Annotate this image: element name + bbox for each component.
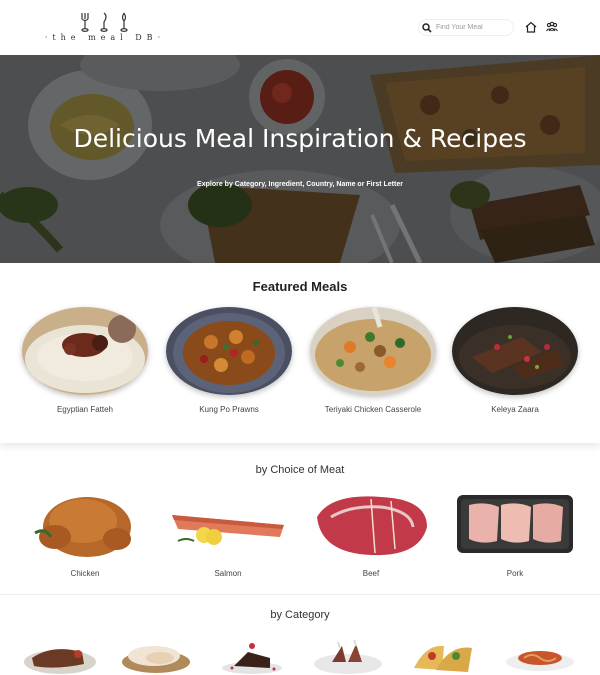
meat-name[interactable]: Chicken xyxy=(25,569,145,578)
meat-name[interactable]: Pork xyxy=(455,569,575,578)
site-logo[interactable]: ·the meal DB· xyxy=(30,12,180,44)
search-icon[interactable] xyxy=(421,22,433,34)
site-header: ·the meal DB· xyxy=(0,0,600,55)
category-chicken-image[interactable] xyxy=(118,638,194,675)
chicken-image[interactable] xyxy=(25,487,145,561)
meal-name[interactable]: Teriyaki Chicken Casserole xyxy=(310,404,436,415)
salmon-image[interactable] xyxy=(168,487,288,561)
pork-image[interactable] xyxy=(455,487,575,561)
featured-meals-title: Featured Meals xyxy=(252,279,348,294)
hero-title: Delicious Meal Inspiration & Recipes xyxy=(73,124,527,153)
home-icon[interactable] xyxy=(524,20,538,34)
featured-meals-section: Featured Meals Egyptian Fatteh Kung Po P… xyxy=(0,263,600,443)
meal-name[interactable]: Keleya Zaara xyxy=(452,404,578,415)
logo-wordmark: ·the meal DB· xyxy=(44,33,166,42)
category-lamb-image[interactable] xyxy=(310,638,386,675)
beef-image[interactable] xyxy=(311,487,431,561)
meat-name[interactable]: Beef xyxy=(311,569,431,578)
search-input[interactable] xyxy=(436,21,510,34)
search-box[interactable] xyxy=(418,19,514,36)
meal-image[interactable] xyxy=(166,307,292,395)
meat-card[interactable]: Salmon xyxy=(168,487,288,578)
meat-name[interactable]: Salmon xyxy=(168,569,288,578)
meal-image[interactable] xyxy=(452,307,578,395)
meal-image[interactable] xyxy=(22,307,148,395)
meat-section-title: by Choice of Meat xyxy=(255,464,345,476)
hero-subtitle: Explore by Category, Ingredient, Country… xyxy=(197,181,403,188)
meat-card[interactable]: Pork xyxy=(455,487,575,578)
category-misc-image[interactable] xyxy=(406,638,482,675)
category-pasta-image[interactable] xyxy=(502,638,578,675)
meal-image[interactable] xyxy=(310,307,436,395)
meat-section: by Choice of Meat Chicken Salmon Beef Po… xyxy=(0,455,600,595)
meal-card[interactable]: Egyptian Fatteh xyxy=(22,307,148,415)
meat-card[interactable]: Chicken xyxy=(25,487,145,578)
category-beef-image[interactable] xyxy=(22,638,98,675)
cutlery-icon xyxy=(81,12,128,32)
meal-card[interactable]: Teriyaki Chicken Casserole xyxy=(310,307,436,415)
category-section-title: by Category xyxy=(270,609,330,621)
category-dessert-image[interactable] xyxy=(214,638,290,675)
meal-card[interactable]: Kung Po Prawns xyxy=(166,307,292,415)
hero-food-photo xyxy=(0,55,600,263)
meat-card[interactable]: Beef xyxy=(311,487,431,578)
hero-banner: Delicious Meal Inspiration & Recipes Exp… xyxy=(0,55,600,263)
meal-name[interactable]: Kung Po Prawns xyxy=(166,404,292,415)
meal-name[interactable]: Egyptian Fatteh xyxy=(22,404,148,415)
people-icon[interactable] xyxy=(545,20,559,34)
meal-card[interactable]: Keleya Zaara xyxy=(452,307,578,415)
category-section: by Category xyxy=(0,600,600,675)
